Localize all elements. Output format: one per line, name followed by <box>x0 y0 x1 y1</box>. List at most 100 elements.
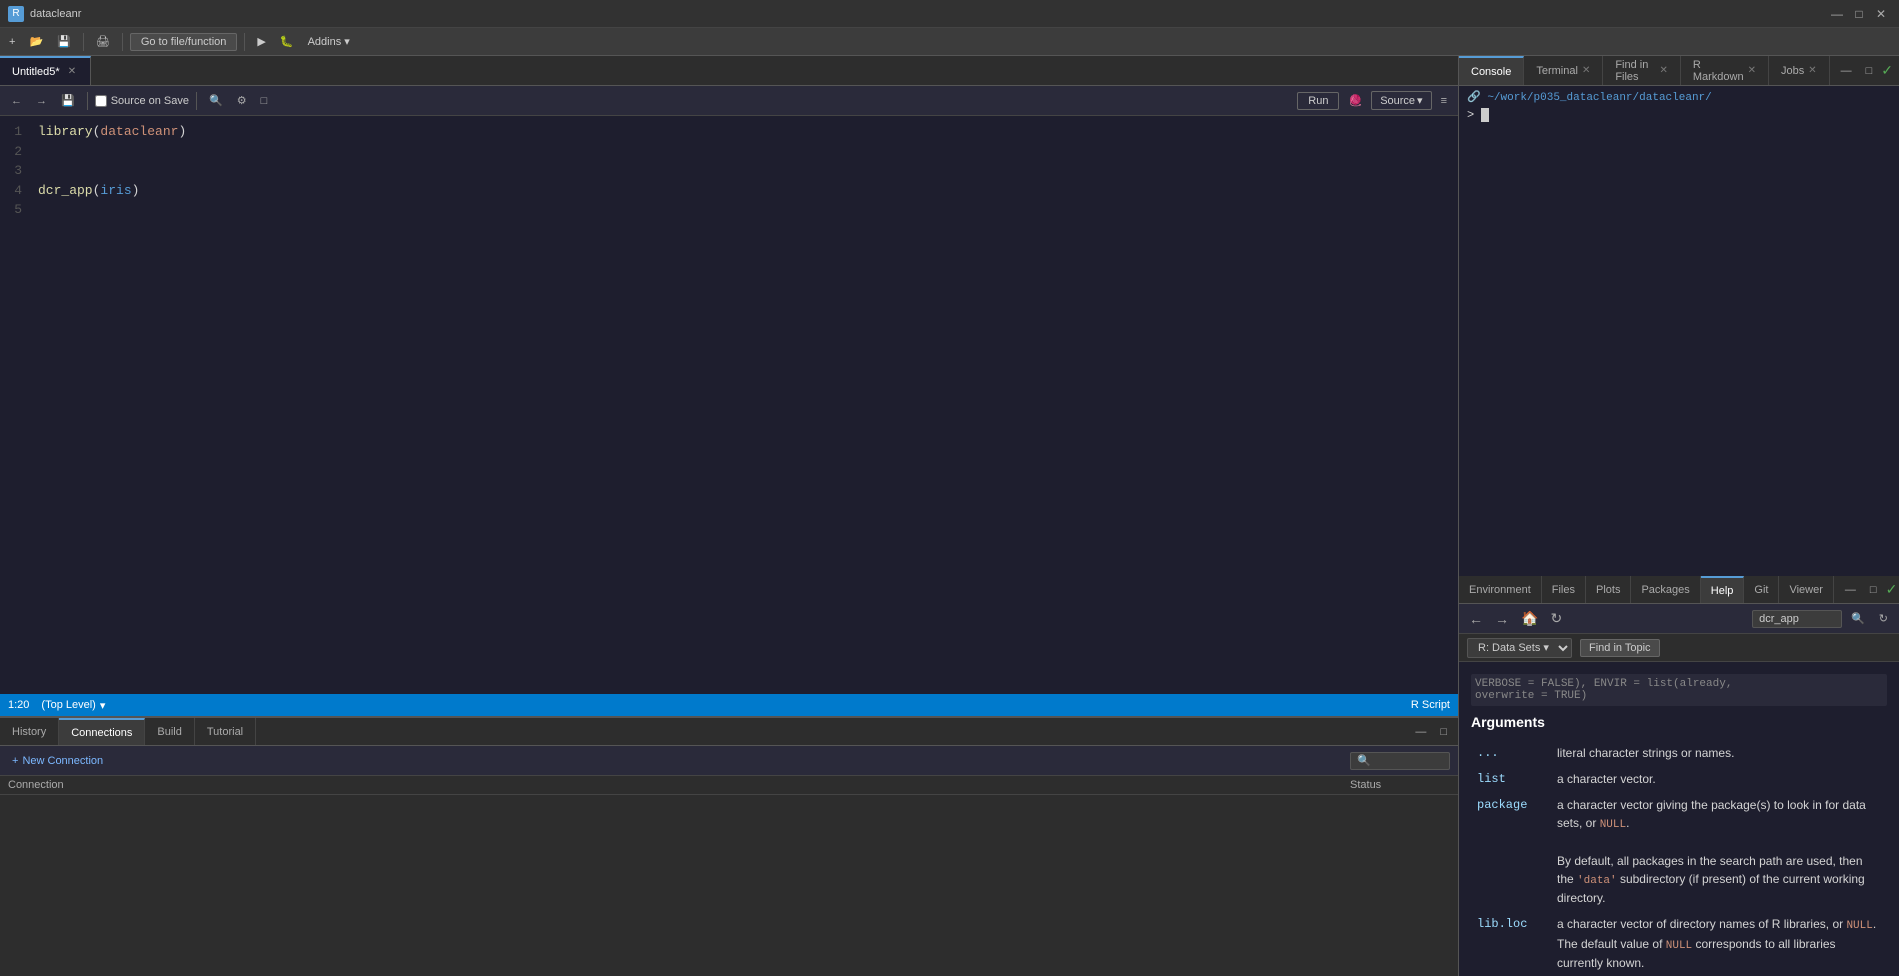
tab-r-markdown[interactable]: R Markdown ✕ <box>1681 56 1769 85</box>
source-btn[interactable]: Source ▾ <box>1371 91 1431 110</box>
env-search-input[interactable] <box>1752 610 1842 628</box>
window-minimize[interactable]: — <box>1827 4 1847 24</box>
tab-environment[interactable]: Environment <box>1459 576 1542 603</box>
tab-git[interactable]: Git <box>1744 576 1779 603</box>
env-refresh-btn[interactable]: ↻ <box>1546 608 1566 629</box>
env-minimize[interactable]: — <box>1840 582 1861 598</box>
help-param-list: list a character vector. <box>1471 766 1887 792</box>
editor-block-btn[interactable]: □ <box>256 93 273 109</box>
console-check: ✓ <box>1881 62 1893 79</box>
code-editor[interactable]: 1 2 3 4 5 library(datacleanr) dcr_app(ir… <box>0 116 1458 694</box>
source-arrow: ▾ <box>1417 94 1423 107</box>
find-files-close[interactable]: ✕ <box>1659 65 1667 76</box>
terminal-close[interactable]: ✕ <box>1582 65 1590 76</box>
env-check: ✓ <box>1886 581 1898 598</box>
datasets-bar: R: Data Sets ▾ Find in Topic <box>1459 634 1899 662</box>
source-on-save-label[interactable]: Source on Save <box>95 95 189 107</box>
connections-table: Connection Status <box>0 776 1458 976</box>
env-panel-controls: — □ ✓ <box>1834 581 1899 598</box>
editor-search-btn[interactable]: 🔍 <box>204 92 228 109</box>
r-markdown-close[interactable]: ✕ <box>1748 65 1756 76</box>
tab-tutorial[interactable]: Tutorial <box>195 718 256 745</box>
tab-plots[interactable]: Plots <box>1586 576 1631 603</box>
datasets-dropdown[interactable]: R: Data Sets ▾ <box>1467 638 1572 658</box>
editor-tab-untitled5[interactable]: Untitled5* ✕ <box>0 56 91 85</box>
env-maximize[interactable]: □ <box>1865 582 1882 598</box>
help-scroll-preview: VERBOSE = FALSE), ENVIR = list(already, … <box>1471 674 1887 706</box>
tab-console[interactable]: Console <box>1459 56 1524 85</box>
editor-options-btn[interactable]: ≡ <box>1436 93 1452 109</box>
knit-btn[interactable]: 🧶 <box>1343 92 1367 109</box>
connections-toolbar: + New Connection <box>0 746 1458 776</box>
console-minimize[interactable]: — <box>1836 63 1857 79</box>
find-in-topic-btn[interactable]: Find in Topic <box>1580 639 1660 657</box>
console-path: 🔗 ~/work/p035_datacleanr/datacleanr/ <box>1467 90 1891 104</box>
code-content[interactable]: library(datacleanr) dcr_app(iris) <box>30 116 1458 694</box>
bottom-panel-minimize[interactable]: — <box>1410 724 1431 740</box>
env-refresh2-btn[interactable]: ↻ <box>1874 610 1893 627</box>
script-type[interactable]: R Script <box>1411 699 1450 711</box>
connections-search[interactable] <box>1350 752 1450 770</box>
bottom-panel: History Connections Build Tutorial — □ <box>0 716 1459 976</box>
source-on-save-checkbox[interactable] <box>95 95 107 107</box>
tab-connections[interactable]: Connections <box>59 718 145 745</box>
scope-arrow: ▾ <box>100 699 106 712</box>
tab-help[interactable]: Help <box>1701 576 1745 603</box>
run-btn[interactable]: Run <box>1297 92 1339 110</box>
window-restore[interactable]: □ <box>1849 4 1869 24</box>
jobs-close[interactable]: ✕ <box>1808 65 1816 76</box>
top-toolbar: + 📂 💾 🖨 Go to file/function ▶ 🐛 Addins ▾ <box>0 28 1899 56</box>
tab-find-files[interactable]: Find in Files ✕ <box>1603 56 1681 85</box>
console-area[interactable]: 🔗 ~/work/p035_datacleanr/datacleanr/ > <box>1459 86 1899 576</box>
env-home-btn[interactable]: 🏠 <box>1517 608 1542 629</box>
bottom-panel-maximize[interactable]: □ <box>1435 724 1452 740</box>
window-close[interactable]: ✕ <box>1871 4 1891 24</box>
console-maximize[interactable]: □ <box>1861 63 1878 79</box>
editor-forward-btn[interactable]: → <box>31 93 52 109</box>
tab-packages[interactable]: Packages <box>1631 576 1700 603</box>
save-file-btn[interactable]: 💾 <box>52 33 76 50</box>
tab-viewer[interactable]: Viewer <box>1779 576 1833 603</box>
editor-back-btn[interactable]: ← <box>6 93 27 109</box>
main-layout: Untitled5* ✕ ← → 💾 Source on Save 🔍 ⚙ □ <box>0 56 1899 976</box>
editor-tab-bar: Untitled5* ✕ <box>0 56 1458 86</box>
tab-jobs[interactable]: Jobs ✕ <box>1769 56 1830 85</box>
editor-pane: Untitled5* ✕ ← → 💾 Source on Save 🔍 ⚙ □ <box>0 56 1459 716</box>
tab-close-btn[interactable]: ✕ <box>66 65 78 78</box>
env-search-btn[interactable]: 🔍 <box>1846 610 1870 627</box>
code-line-2 <box>38 142 1450 162</box>
addins-btn[interactable]: Addins ▾ <box>303 33 355 50</box>
tab-files[interactable]: Files <box>1542 576 1586 603</box>
console-cursor <box>1481 108 1489 122</box>
run-toolbar-btn[interactable]: ▶ <box>252 33 270 50</box>
editor-status-bar: 1:20 (Top Level) ▾ R Script <box>0 694 1458 716</box>
open-file-btn[interactable]: 📂 <box>24 33 48 50</box>
editor-tools-btn[interactable]: ⚙ <box>232 92 252 109</box>
code-line-1: library(datacleanr) <box>38 122 1450 142</box>
go-to-file-btn[interactable]: Go to file/function <box>130 33 238 51</box>
cursor-position: 1:20 <box>8 699 29 711</box>
scope-label: (Top Level) ▾ <box>41 699 105 712</box>
tab-build[interactable]: Build <box>145 718 194 745</box>
arguments-title: Arguments <box>1471 714 1887 730</box>
env-forward-btn[interactable]: → <box>1491 609 1513 629</box>
addins-arrow: ▾ <box>344 35 350 48</box>
path-icon: 🔗 <box>1467 92 1481 104</box>
help-content: VERBOSE = FALSE), ENVIR = list(already, … <box>1459 662 1899 976</box>
separator-3 <box>244 33 245 51</box>
source-label: Source <box>1380 95 1415 107</box>
tab-history[interactable]: History <box>0 718 59 745</box>
debug-btn[interactable]: 🐛 <box>275 33 299 50</box>
print-btn[interactable]: 🖨 <box>91 33 115 50</box>
app-icon: R <box>8 6 24 22</box>
window-title: datacleanr <box>30 8 81 20</box>
right-panel: Console Terminal ✕ Find in Files ✕ R Mar… <box>1459 56 1899 976</box>
editor-save-btn[interactable]: 💾 <box>56 92 80 109</box>
tab-terminal[interactable]: Terminal ✕ <box>1524 56 1603 85</box>
env-back-btn[interactable]: ← <box>1465 609 1487 629</box>
env-tab-bar: Environment Files Plots Packages Help Gi… <box>1459 576 1899 604</box>
new-file-btn[interactable]: + <box>4 34 20 50</box>
new-connection-btn[interactable]: + New Connection <box>8 753 107 769</box>
env-toolbar: ← → 🏠 ↻ 🔍 ↻ <box>1459 604 1899 634</box>
right-bottom-panel: Environment Files Plots Packages Help Gi… <box>1459 576 1899 976</box>
